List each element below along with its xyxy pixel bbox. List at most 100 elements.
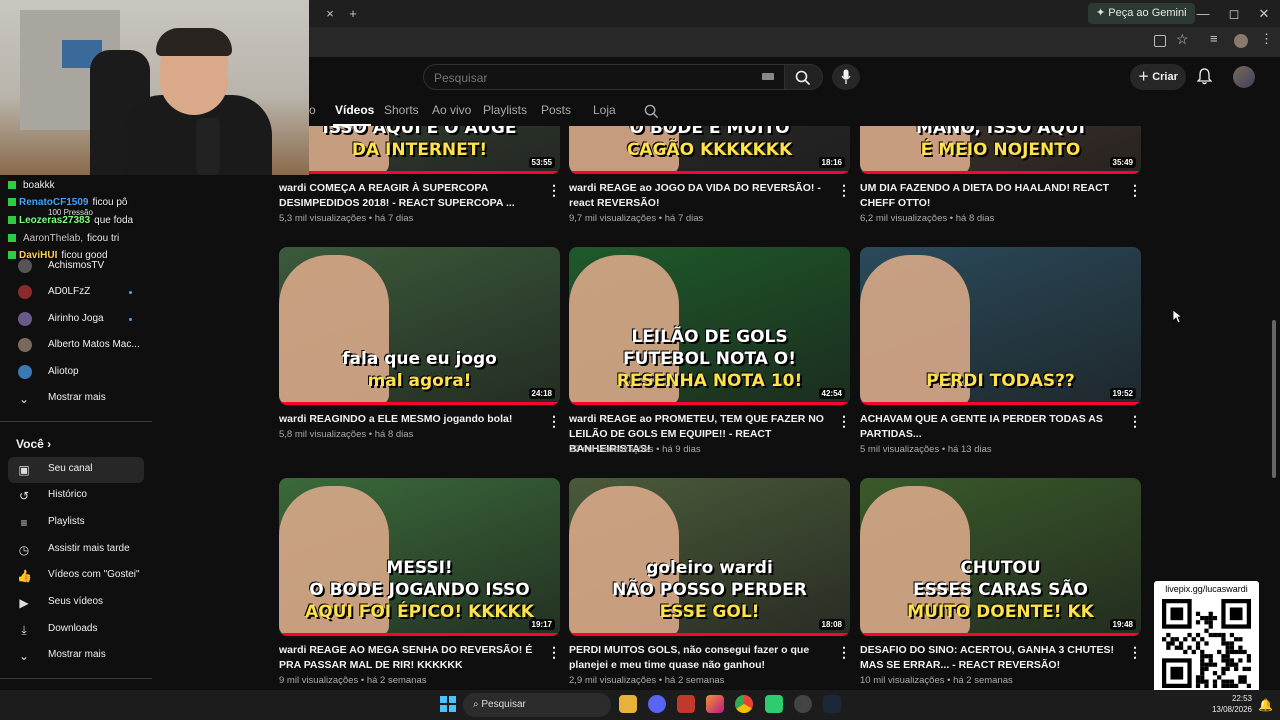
tab-playlists[interactable]: Playlists xyxy=(483,103,527,117)
chevron-right-icon: › xyxy=(47,437,52,451)
instagram-icon[interactable] xyxy=(706,695,724,713)
sidebar-item-label: Seus vídeos xyxy=(48,596,104,607)
video-title[interactable]: wardi COMEÇA A REAGIR À SUPERCOPA DESIMP… xyxy=(279,181,541,211)
video-menu-icon[interactable]: ⋮ xyxy=(547,414,561,428)
sidebar-item-seus-videos[interactable]: ▶ Seus vídeos xyxy=(8,590,144,616)
sidebar-item-label: Downloads xyxy=(48,623,98,634)
new-tab-button[interactable]: + xyxy=(337,0,369,27)
video-duration: 35:49 xyxy=(1109,157,1136,168)
windows-start-icon[interactable] xyxy=(440,696,456,712)
sidebar-item-gostei[interactable]: 👍 Vídeos com "Gostei" xyxy=(8,563,144,589)
you-section-heading[interactable]: Você › xyxy=(16,437,51,451)
install-icon[interactable] xyxy=(1154,35,1166,47)
video-title[interactable]: DESAFIO DO SINO: ACERTOU, GANHA 3 CHUTES… xyxy=(860,643,1122,673)
video-thumbnail[interactable]: goleiro wardi NÃO POSSO PERDER ESSE GOL! 18… xyxy=(569,478,850,636)
video-menu-icon[interactable]: ⋮ xyxy=(1128,183,1142,197)
voice-search-button[interactable] xyxy=(832,64,860,90)
window-close-button[interactable]: ✕ xyxy=(1248,0,1280,27)
profile-icon[interactable] xyxy=(1234,34,1248,48)
video-title[interactable]: ACHAVAM QUE A GENTE IA PERDER TODAS AS P… xyxy=(860,412,1122,442)
video-menu-icon[interactable]: ⋮ xyxy=(547,645,561,659)
notification-bell-icon[interactable]: 🔔 xyxy=(1258,698,1273,712)
search-button[interactable] xyxy=(785,64,823,90)
channel-avatar xyxy=(18,338,32,352)
qr-code-icon xyxy=(1162,599,1251,688)
star-icon[interactable]: ☆ xyxy=(1176,31,1189,48)
plus-icon: ＋ xyxy=(1138,71,1153,83)
steam-icon[interactable] xyxy=(823,695,841,713)
sidebar-item-subscription[interactable]: Aliotop xyxy=(8,360,144,386)
account-avatar[interactable] xyxy=(1233,66,1255,88)
tab-posts[interactable]: Posts xyxy=(541,103,571,117)
taskbar-search[interactable]: ⌕ Pesquisar xyxy=(463,693,611,717)
video-menu-icon[interactable]: ⋮ xyxy=(837,414,851,428)
watch-progress-bar xyxy=(860,171,1141,174)
sidebar-item-seu-canal[interactable]: ▣ Seu canal xyxy=(8,457,144,483)
video-views: 10 mil visualizações xyxy=(860,675,945,686)
show-more-subscriptions[interactable]: ⌄ Mostrar mais xyxy=(8,386,144,412)
tab-loja[interactable]: Loja xyxy=(593,103,616,117)
thumbnail-caption: mal agora! xyxy=(367,371,472,391)
video-title[interactable]: wardi REAGE AO MEGA SENHA DO REVERSÃO! É… xyxy=(279,643,541,673)
thumbnail-caption: goleiro wardi xyxy=(646,558,773,578)
video-thumbnail[interactable]: LEILÃO DE GOLS FUTEBOL NOTA O! RESENHA NOT… xyxy=(569,247,850,405)
watch-progress-bar xyxy=(569,171,850,174)
video-age: há 7 dias xyxy=(374,213,414,224)
thumbnail-caption: NÃO POSSO PERDER xyxy=(612,580,807,600)
sidebar-item-downloads[interactable]: ⤓ Downloads xyxy=(8,617,144,643)
sidebar-item-playlists[interactable]: ≡ Playlists xyxy=(8,510,144,536)
tab-ao-vivo[interactable]: Ao vivo xyxy=(432,103,471,117)
active-tab-underline xyxy=(333,124,371,126)
meta-separator: • xyxy=(947,213,956,224)
video-menu-icon[interactable]: ⋮ xyxy=(1128,645,1142,659)
sidebar-item-subscription[interactable]: Airinho Joga xyxy=(8,307,144,333)
chrome-icon[interactable] xyxy=(735,695,753,713)
video-thumbnail[interactable]: PERDI TODAS?? 19:52 xyxy=(860,247,1141,405)
video-menu-icon[interactable]: ⋮ xyxy=(837,645,851,659)
chat-message: DaviHUI ficou good xyxy=(8,250,108,261)
file-explorer-icon[interactable] xyxy=(619,695,637,713)
search-box[interactable] xyxy=(423,64,785,90)
tab-videos[interactable]: Vídeos xyxy=(335,103,374,117)
sidebar-item-historico[interactable]: ↺ Histórico xyxy=(8,483,144,509)
video-menu-icon[interactable]: ⋮ xyxy=(1128,414,1142,428)
app-icon[interactable] xyxy=(677,695,695,713)
gemini-button[interactable]: ✦ Peça ao Gemini xyxy=(1088,3,1195,24)
media-icon[interactable]: ≡ xyxy=(1210,31,1218,46)
video-title[interactable]: wardi REAGE ao JOGO DA VIDA DO REVERSÃO!… xyxy=(569,181,831,211)
show-more-you[interactable]: ⌄ Mostrar mais xyxy=(8,643,144,669)
obs-icon[interactable] xyxy=(794,695,812,713)
video-views: 6,2 mil visualizações xyxy=(860,213,948,224)
page-scrollbar[interactable] xyxy=(1272,320,1276,478)
create-label: Criar xyxy=(1152,71,1178,83)
video-title[interactable]: UM DIA FAZENDO A DIETA DO HAALAND! REACT… xyxy=(860,181,1122,211)
search-input[interactable] xyxy=(434,68,734,87)
keyboard-icon[interactable] xyxy=(762,73,774,80)
menu-dots-icon[interactable]: ⋮ xyxy=(1260,31,1273,47)
taskbar-clock[interactable]: 22:53 13/08/2026 xyxy=(1200,693,1252,715)
video-thumbnail[interactable]: fala que eu jogo mal agora! 24:18 xyxy=(279,247,560,405)
video-menu-icon[interactable]: ⋮ xyxy=(837,183,851,197)
discord-icon[interactable] xyxy=(648,695,666,713)
tab-inicio[interactable]: o xyxy=(309,103,316,117)
video-title[interactable]: PERDI MUITOS GOLS, não consegui fazer o … xyxy=(569,643,831,673)
sidebar-item-subscription[interactable]: AD0LFzZ xyxy=(8,280,144,306)
video-metadata: 27 mil visualizações • há 9 dias xyxy=(569,444,701,455)
video-thumbnail[interactable]: MESSI! O BODE JOGANDO ISSO AQUI FOI ÉPICO!… xyxy=(279,478,560,636)
clock-icon: ◷ xyxy=(18,543,30,557)
notifications-icon[interactable] xyxy=(1197,68,1212,85)
minimize-button[interactable]: — xyxy=(1187,0,1219,27)
live-indicator xyxy=(129,318,132,321)
channel-search-icon[interactable] xyxy=(644,104,659,119)
maximize-button[interactable]: ◻ xyxy=(1218,0,1250,27)
app-icon[interactable] xyxy=(765,695,783,713)
create-button[interactable]: ＋ Criar xyxy=(1130,64,1186,90)
video-thumbnail[interactable]: CHUTOU ESSES CARAS SÃO MUITO DOENTE! KK 19:… xyxy=(860,478,1141,636)
video-title[interactable]: wardi REAGINDO a ELE MESMO jogando bola! xyxy=(279,412,541,427)
video-menu-icon[interactable]: ⋮ xyxy=(547,183,561,197)
tab-shorts[interactable]: Shorts xyxy=(384,103,419,117)
search-icon xyxy=(795,70,811,86)
sidebar-item-assistir-mais-tarde[interactable]: ◷ Assistir mais tarde xyxy=(8,537,144,563)
chat-badge-icon xyxy=(8,251,16,260)
sidebar-item-subscription[interactable]: Alberto Matos Mac... xyxy=(8,333,144,359)
